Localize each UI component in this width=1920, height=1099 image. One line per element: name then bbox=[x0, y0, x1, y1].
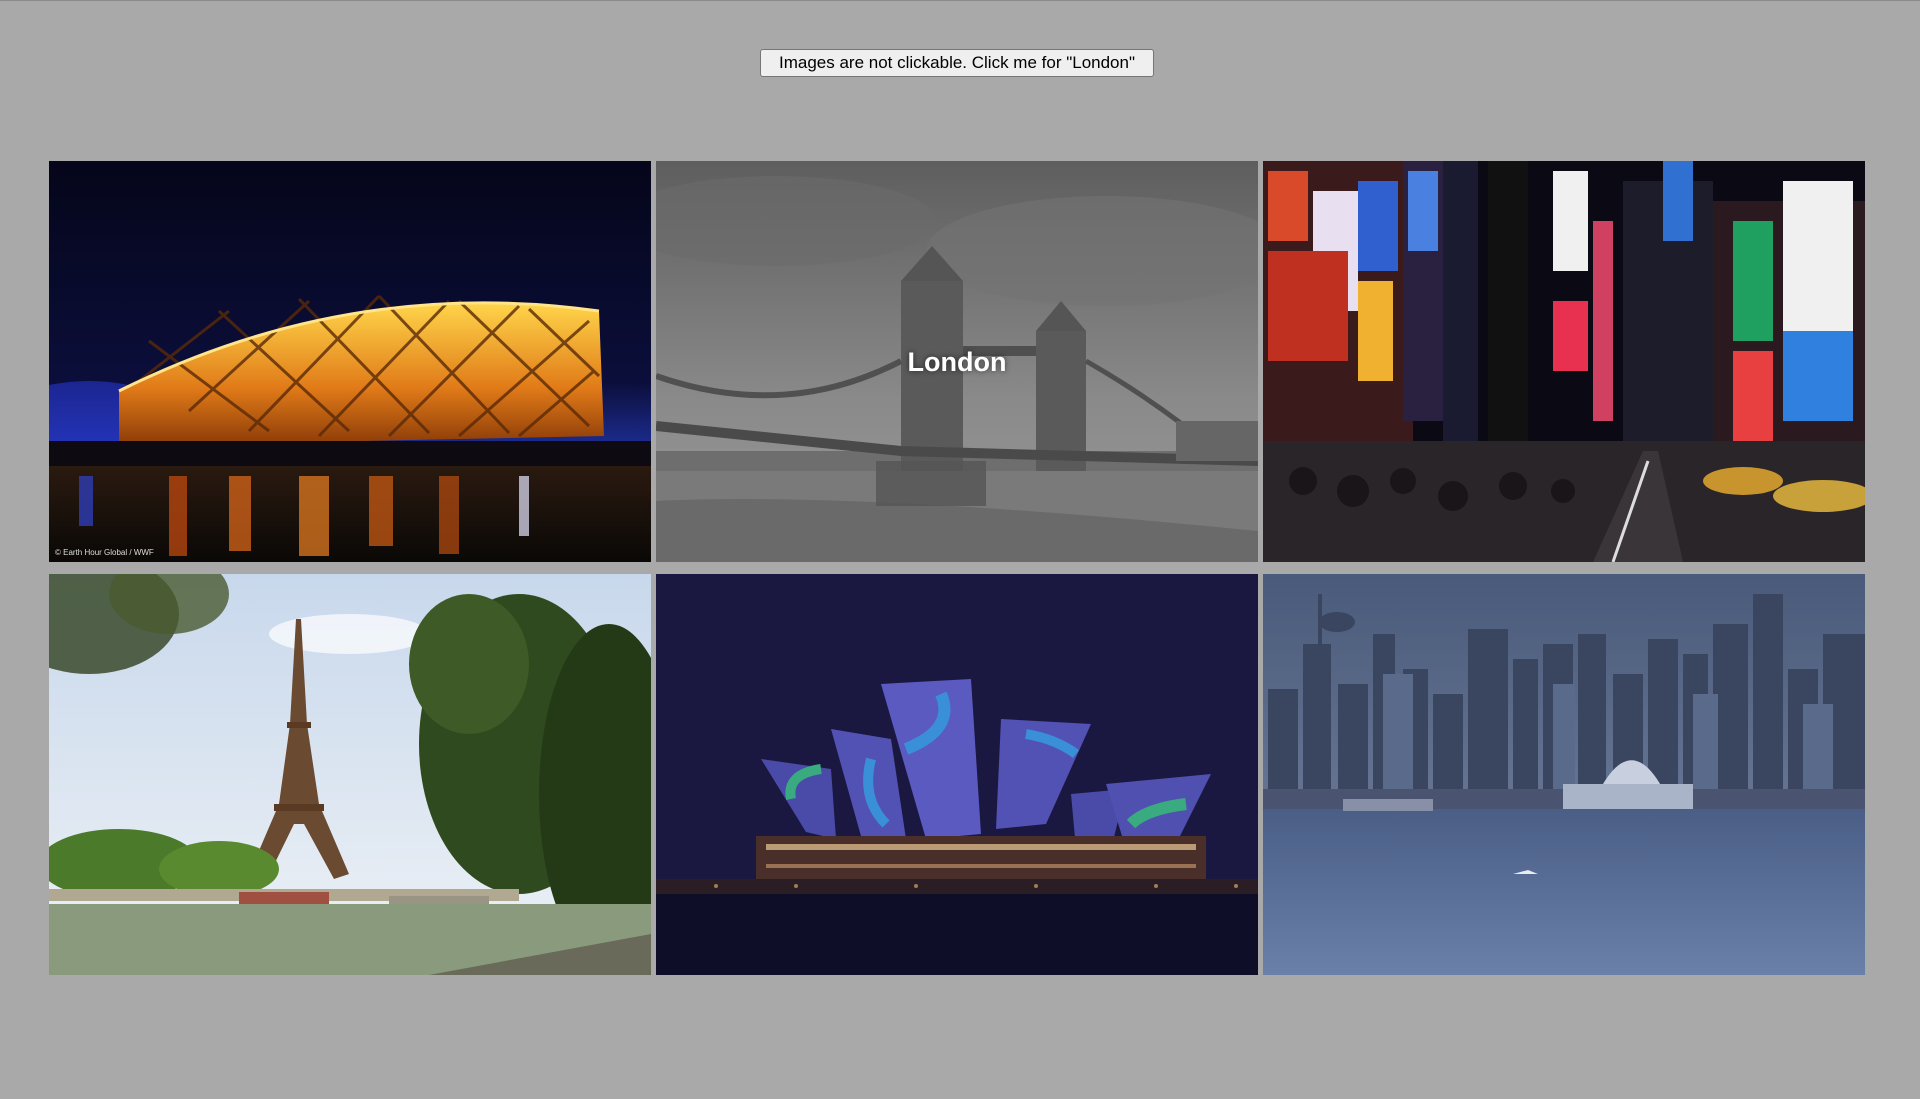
london-bridge-image bbox=[656, 161, 1258, 562]
beijing-stadium-image: © Earth Hour Global / WWF bbox=[49, 161, 651, 562]
london-button[interactable]: Images are not clickable. Click me for "… bbox=[760, 49, 1154, 77]
image-tile-new-york bbox=[1263, 161, 1865, 562]
image-tile-sydney bbox=[656, 574, 1258, 975]
image-grid: © Earth Hour Global / WWF London bbox=[49, 161, 1865, 975]
eiffel-tower-image bbox=[49, 574, 651, 975]
image-credit: © Earth Hour Global / WWF bbox=[55, 548, 154, 557]
vancouver-skyline-image bbox=[1263, 574, 1865, 975]
image-tile-beijing: © Earth Hour Global / WWF bbox=[49, 161, 651, 562]
page: Images are not clickable. Click me for "… bbox=[0, 0, 1920, 1099]
times-square-image bbox=[1263, 161, 1865, 562]
opera-house-image bbox=[656, 574, 1258, 975]
image-tile-london: London bbox=[656, 161, 1258, 562]
image-tile-paris bbox=[49, 574, 651, 975]
image-tile-vancouver bbox=[1263, 574, 1865, 975]
